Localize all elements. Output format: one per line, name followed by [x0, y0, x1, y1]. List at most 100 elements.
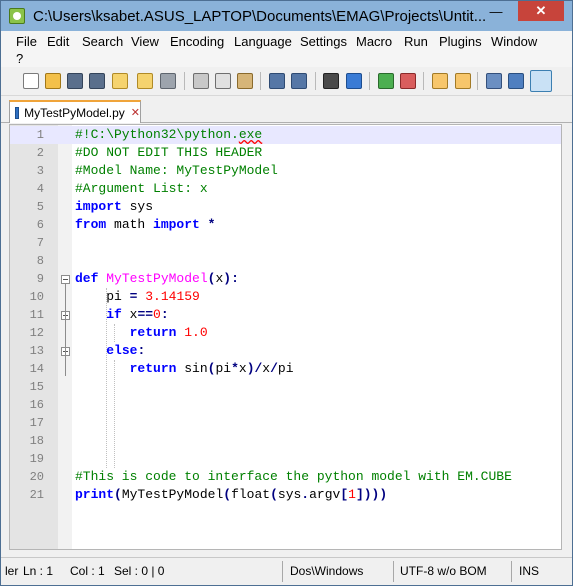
menu-run[interactable]: Run: [404, 34, 428, 49]
tab-close-icon[interactable]: ✕: [131, 106, 140, 119]
app-icon[interactable]: [9, 8, 25, 24]
code-line[interactable]: 12 return 1.0: [10, 324, 561, 342]
code-line[interactable]: 20 #This is code to interface the python …: [10, 468, 561, 486]
code-line[interactable]: 11 if x==0:: [10, 306, 561, 324]
menu-settings[interactable]: Settings: [300, 34, 347, 49]
code-line[interactable]: 13 else:: [10, 342, 561, 360]
zoom-in-icon[interactable]: [378, 73, 394, 89]
code-line[interactable]: 9 def MyTestPyModel(x):: [10, 270, 561, 288]
line-number: 11: [29, 308, 44, 322]
code-token: 3.14159: [145, 289, 200, 304]
status-language: ler: [5, 564, 19, 578]
code-token: 1: [348, 487, 356, 502]
save-all-icon[interactable]: [89, 73, 105, 89]
cut-icon[interactable]: [193, 73, 209, 89]
window-title: C:\Users\ksabet.ASUS_LAPTOP\Documents\EM…: [33, 7, 487, 25]
status-encoding: UTF-8 w/o BOM: [400, 564, 487, 578]
undo-icon[interactable]: [269, 73, 285, 89]
code-text: return 1.0: [75, 324, 208, 342]
code-token: pi: [277, 361, 294, 376]
status-column: Col : 1: [70, 564, 105, 578]
code-text: return sin(pi*x)/x/pi: [75, 360, 294, 378]
minimize-button[interactable]: —: [482, 1, 510, 21]
code-line[interactable]: 6 from math import *: [10, 216, 561, 234]
title-bar[interactable]: C:\Users\ksabet.ASUS_LAPTOP\Documents\EM…: [1, 1, 572, 31]
line-number: 2: [36, 146, 44, 160]
sync-vertical-icon[interactable]: [432, 73, 448, 89]
close-icon[interactable]: [112, 73, 128, 89]
indent-guide-icon[interactable]: [530, 70, 552, 92]
paste-icon[interactable]: [237, 73, 253, 89]
code-line[interactable]: 2 #DO NOT EDIT THIS HEADER: [10, 144, 561, 162]
menu-plugins[interactable]: Plugins: [439, 34, 482, 49]
toolbar: [1, 68, 572, 96]
menu-file[interactable]: File: [16, 34, 37, 49]
toolbar-separator: [184, 72, 185, 90]
code-line[interactable]: [10, 504, 561, 522]
show-all-chars-icon[interactable]: [508, 73, 524, 89]
status-selection: Sel : 0 | 0: [114, 564, 165, 578]
code-token: #!C:\Python32\python.: [75, 127, 239, 142]
code-token: /: [270, 361, 278, 376]
code-editor[interactable]: 1 #!C:\Python32\python.exe 2 #DO NOT EDIT T…: [9, 124, 562, 550]
menu-language[interactable]: Language: [234, 34, 292, 49]
open-file-icon[interactable]: [45, 73, 61, 89]
code-line[interactable]: 17: [10, 414, 561, 432]
code-line[interactable]: 21 print(MyTestPyModel(float(sys.argv[1])…: [10, 486, 561, 504]
code-text: #Argument List: x: [75, 180, 208, 198]
code-line[interactable]: 5 import sys: [10, 198, 561, 216]
menu-bar: File Edit Search View Encoding Language …: [1, 31, 572, 67]
sync-horizontal-icon[interactable]: [455, 73, 471, 89]
line-number: 21: [29, 488, 44, 502]
code-line[interactable]: 10 pi = 3.14159: [10, 288, 561, 306]
menu-macro[interactable]: Macro: [356, 34, 392, 49]
code-token: math: [106, 217, 154, 232]
code-line[interactable]: 7: [10, 234, 561, 252]
line-number: 4: [36, 182, 44, 196]
redo-icon[interactable]: [291, 73, 307, 89]
code-line[interactable]: 16: [10, 396, 561, 414]
notepadpp-window: C:\Users\ksabet.ASUS_LAPTOP\Documents\EM…: [0, 0, 573, 586]
code-line[interactable]: 18: [10, 432, 561, 450]
code-token: pi: [215, 361, 232, 376]
menu-help[interactable]: ?: [16, 51, 23, 66]
tab-label: MyTestPyModel.py: [24, 105, 125, 120]
print-icon[interactable]: [160, 73, 176, 89]
zoom-out-icon[interactable]: [400, 73, 416, 89]
close-all-icon[interactable]: [137, 73, 153, 89]
menu-search[interactable]: Search: [82, 34, 123, 49]
code-line[interactable]: 19: [10, 450, 561, 468]
code-line[interactable]: 1 #!C:\Python32\python.exe: [10, 126, 561, 144]
replace-icon[interactable]: [346, 73, 362, 89]
code-token: :: [137, 343, 146, 358]
close-button[interactable]: ✕: [518, 1, 564, 21]
code-line[interactable]: 4 #Argument List: x: [10, 180, 561, 198]
code-token: (: [270, 487, 278, 502]
line-number: 12: [29, 326, 44, 340]
line-number: 19: [29, 452, 44, 466]
menu-view[interactable]: View: [131, 34, 159, 49]
code-line[interactable]: 14 return sin(pi*x)/x/pi: [10, 360, 561, 378]
menu-window[interactable]: Window: [491, 34, 537, 49]
status-separator: [282, 561, 283, 582]
code-line[interactable]: 8: [10, 252, 561, 270]
new-file-icon[interactable]: [23, 73, 39, 89]
find-icon[interactable]: [323, 73, 339, 89]
fold-toggle-icon[interactable]: [61, 275, 70, 284]
word-wrap-icon[interactable]: [486, 73, 502, 89]
code-line[interactable]: 3 #Model Name: MyTestPyModel: [10, 162, 561, 180]
menu-encoding[interactable]: Encoding: [170, 34, 224, 49]
code-line[interactable]: 15: [10, 378, 561, 396]
code-text: #DO NOT EDIT THIS HEADER: [75, 144, 262, 162]
menu-edit[interactable]: Edit: [47, 34, 69, 49]
code-token: import: [75, 199, 122, 214]
code-text: #Model Name: MyTestPyModel: [75, 162, 278, 180]
code-token: .: [301, 487, 310, 502]
tab-mytestpymodel[interactable]: MyTestPyModel.py ✕: [9, 100, 141, 123]
copy-icon[interactable]: [215, 73, 231, 89]
save-icon[interactable]: [67, 73, 83, 89]
code-token: #DO NOT EDIT THIS HEADER: [75, 145, 263, 160]
